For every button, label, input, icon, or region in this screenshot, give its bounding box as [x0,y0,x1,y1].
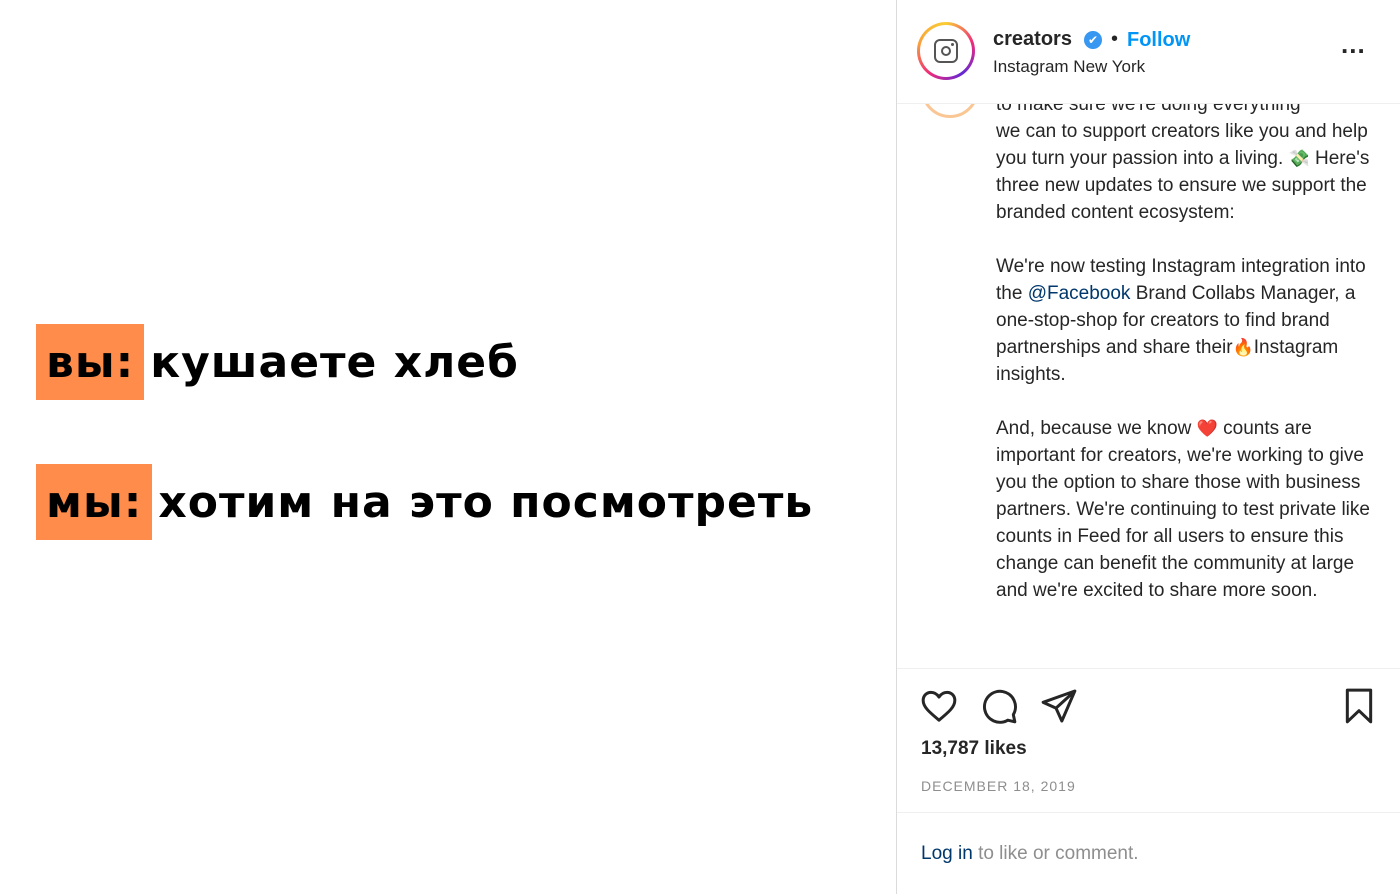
facebook-mention-link[interactable]: @Facebook [1028,283,1131,304]
post-header: creators ✔ • Follow Instagram New York .… [897,0,1400,104]
follow-button[interactable]: Follow [1127,29,1190,52]
meme-text-you: кушаете хлеб [150,336,519,388]
meme-line-we: мы: хотим на это посмотреть [36,464,813,540]
heart-icon[interactable] [919,686,959,726]
likes-count[interactable]: 13,787 likes [921,738,1027,760]
more-options-button[interactable]: ... [1341,31,1366,57]
caption-p3-after: counts are important for creators, we're… [996,418,1370,601]
header-separator: • [1111,28,1119,50]
meme-line-you: вы: кушаете хлеб [36,324,519,400]
post-caption: to make sure we're doing everything we c… [996,90,1388,631]
instagram-logo-icon [934,39,958,63]
avatar[interactable] [917,22,975,80]
meme-tag-we: мы: [36,464,153,540]
money-emoji-icon: 💸 [1288,149,1310,168]
comment-icon[interactable] [979,686,1019,726]
post-date: DECEMBER 18, 2019 [921,778,1076,794]
bookmark-icon[interactable] [1339,686,1379,726]
login-prompt: Log in to like or comment. [921,843,1139,865]
login-link[interactable]: Log in [921,843,973,864]
post-actions [897,686,1400,730]
fire-emoji-icon: 🔥 [1232,338,1254,357]
meme-text-we: хотим на это посмотреть [158,476,814,528]
heart-emoji-icon: ❤️ [1196,419,1218,438]
caption-p3-before: And, because we know [996,418,1192,439]
caption-area[interactable]: to make sure we're doing everything we c… [897,90,1400,669]
divider [897,812,1400,813]
verified-badge-icon: ✔ [1084,31,1102,49]
instagram-post-panel: to make sure we're doing everything we c… [896,0,1400,894]
meme-tag-you: вы: [36,324,145,400]
login-prompt-text: to like or comment. [978,843,1139,864]
caption-p1: we can to support creators like you and … [996,121,1368,169]
share-icon[interactable] [1039,686,1079,726]
location-link[interactable]: Instagram New York [993,57,1145,77]
username-link[interactable]: creators [993,28,1072,51]
